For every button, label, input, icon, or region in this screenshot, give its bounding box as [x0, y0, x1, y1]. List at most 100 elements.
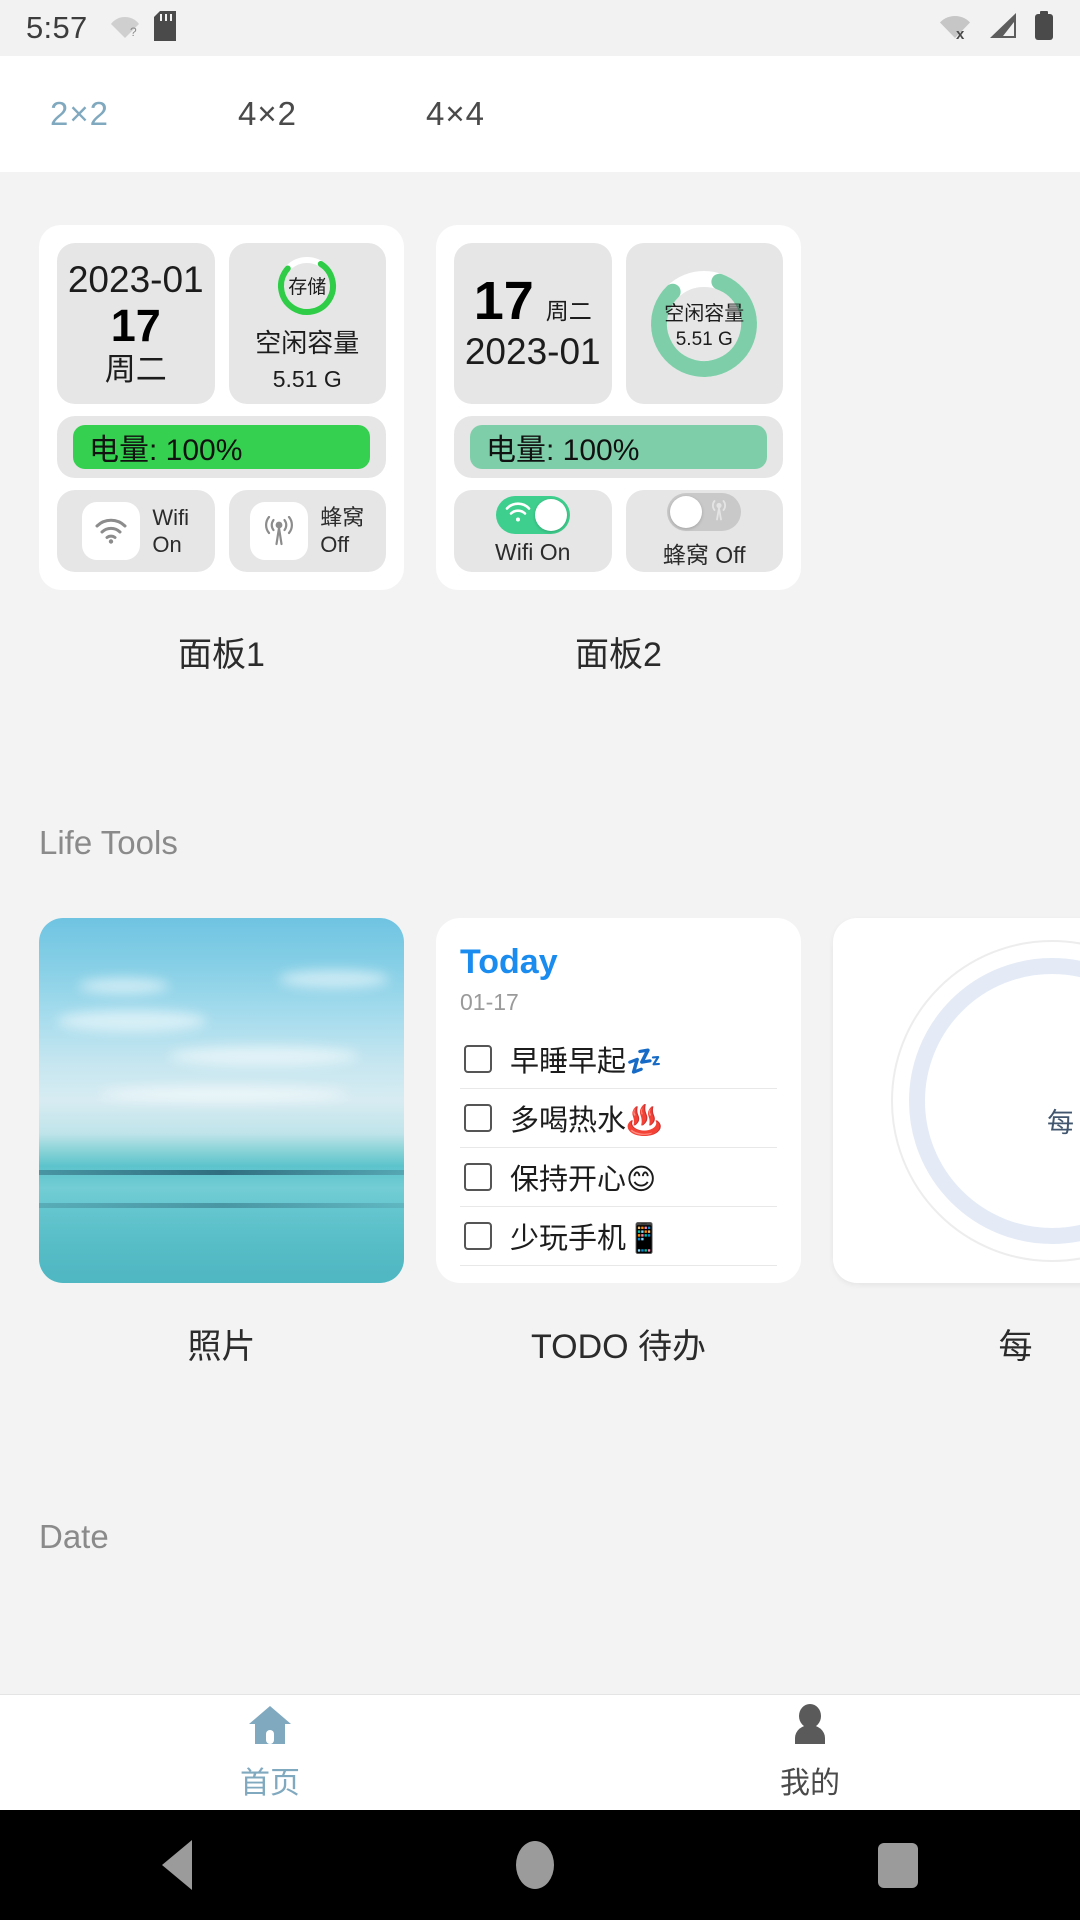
ring-widget-preview[interactable]: 每	[833, 918, 1080, 1283]
person-icon	[787, 1703, 833, 1751]
photo-widget-caption: 照片	[187, 1328, 256, 1366]
panel2-wifi-switch-tile[interactable]: Wifi On	[454, 490, 612, 572]
panel2-caption: 面板2	[575, 636, 662, 674]
photo-widget-preview[interactable]	[39, 918, 404, 1283]
section-title-life-tools: Life Tools	[39, 824, 178, 861]
photo-image	[39, 918, 404, 1283]
todo-item-text: 早睡早起💤	[510, 1046, 663, 1079]
panel2-wifi-label: Wifi On	[495, 539, 571, 565]
nav-item-home-label: 首页	[240, 1766, 300, 1800]
cell-tower-icon	[706, 497, 732, 526]
life-tools-row: 照片 Today 01-17 早睡早起💤 多喝热水♨️ 保持开心😊 少玩手机📱 …	[0, 862, 1080, 1368]
list-item[interactable]: 保持开心😊	[460, 1148, 777, 1208]
status-bar: 5:57 ? x	[0, 0, 1080, 56]
panel1-caption: 面板1	[178, 636, 265, 674]
back-button[interactable]	[162, 1840, 192, 1890]
panel2-battery-tile: 电量: 100%	[454, 416, 783, 478]
panel2-storage-ring: 空闲容量 5.51 G	[645, 265, 763, 383]
list-item[interactable]: 多喝热水♨️	[460, 1089, 777, 1149]
panel-widgets-row: 2023-01 17 周二 存储 空闲容量 5.51 G 电量: 100% Wi…	[0, 172, 1080, 676]
tab-2x2[interactable]: 2×2	[50, 95, 238, 133]
status-left-icons: ?	[110, 10, 176, 46]
panel2-wifi-switch-knob	[534, 499, 567, 531]
nav-item-home[interactable]: 首页	[0, 1704, 540, 1802]
wifi-icon	[505, 502, 531, 529]
panel1-wifi-name: Wifi	[152, 504, 190, 530]
todo-item-text: 少玩手机📱	[510, 1223, 663, 1256]
panel2-widget-preview[interactable]: 17 周二 2023-01 空闲容量 5.51 G 电量: 100% Wifi …	[436, 225, 801, 590]
panel2-cellular-label: 蜂窝 Off	[662, 541, 746, 568]
tab-4x4[interactable]: 4×4	[426, 95, 614, 133]
status-time: 5:57	[26, 10, 88, 45]
home-icon	[247, 1704, 293, 1751]
widget-gallery-scroll[interactable]: 2023-01 17 周二 存储 空闲容量 5.51 G 电量: 100% Wi…	[0, 172, 1080, 1694]
panel1-storage-ring: 存储	[276, 255, 338, 317]
panel2-cellular-switch-knob	[670, 495, 703, 528]
todo-item-text: 多喝热水♨️	[510, 1105, 663, 1138]
todo-item-text: 保持开心😊	[510, 1164, 657, 1197]
recents-button[interactable]	[878, 1842, 918, 1888]
panel1-battery-text: 电量: 100%	[89, 434, 243, 467]
checkbox-icon[interactable]	[464, 1163, 492, 1192]
panel2-column: 17 周二 2023-01 空闲容量 5.51 G 电量: 100% Wifi …	[436, 225, 801, 676]
nav-item-profile-label: 我的	[780, 1766, 840, 1800]
ring-widget-column: 每 每	[833, 918, 1080, 1368]
panel2-storage-value: 5.51 G	[675, 328, 733, 350]
checkbox-icon[interactable]	[464, 1045, 492, 1074]
todo-body: Today 01-17 早睡早起💤 多喝热水♨️ 保持开心😊 少玩手机📱	[436, 918, 801, 1283]
panel1-storage-tile: 存储 空闲容量 5.51 G	[228, 243, 386, 404]
panel1-weekday: 周二	[104, 351, 167, 387]
panel1-battery-fill: 电量: 100%	[73, 425, 370, 469]
panel2-day: 17	[473, 271, 534, 332]
panel1-cellular-name: 蜂窝	[320, 504, 365, 530]
panel1-wifi-state: On	[152, 532, 182, 557]
status-right-icons: x	[938, 10, 1054, 46]
panel2-weekday: 周二	[545, 298, 592, 325]
wifi-question-icon: ?	[110, 13, 140, 44]
svg-text:x: x	[956, 26, 965, 40]
svg-text:?: ?	[130, 25, 137, 39]
panel2-battery-text: 电量: 100%	[486, 434, 640, 467]
android-system-nav	[0, 1810, 1080, 1920]
sd-card-icon	[153, 10, 176, 46]
panel1-cellular-state: Off	[320, 532, 350, 557]
panel1-year-month: 2023-01	[67, 258, 204, 300]
checkbox-icon[interactable]	[464, 1222, 492, 1251]
panel1-cellular-toggle[interactable]: 蜂窝 Off	[228, 490, 386, 572]
size-tabs: 2×2 4×2 4×4	[0, 56, 1080, 172]
list-item[interactable]: 早睡早起💤	[460, 1030, 777, 1090]
panel2-date-tile: 17 周二 2023-01	[454, 243, 612, 404]
todo-widget-caption: TODO 待办	[530, 1328, 707, 1366]
app-screen: 5:57 ? x 2×2 4×2 4×4 2023-01 17 周二 存储 空闲…	[0, 0, 1080, 1920]
panel1-day: 17	[110, 299, 161, 351]
panel1-storage-value: 5.51 G	[272, 365, 342, 392]
panel2-cellular-switch-tile[interactable]: 蜂窝 Off	[625, 490, 783, 572]
panel2-storage-tile: 空闲容量 5.51 G	[625, 243, 783, 404]
todo-title: Today	[460, 943, 558, 981]
todo-date: 01-17	[460, 989, 519, 1016]
ring-widget-caption: 每	[998, 1328, 1033, 1366]
section-title-date: Date	[39, 1518, 109, 1555]
panel1-storage-title: 空闲容量	[255, 327, 360, 358]
photo-widget-column: 照片	[39, 918, 404, 1368]
wifi-no-connection-icon: x	[938, 12, 972, 45]
panel1-date-tile: 2023-01 17 周二	[57, 243, 215, 404]
panel1-widget-preview[interactable]: 2023-01 17 周二 存储 空闲容量 5.51 G 电量: 100% Wi…	[39, 225, 404, 590]
panel1-column: 2023-01 17 周二 存储 空闲容量 5.51 G 电量: 100% Wi…	[39, 225, 404, 676]
nav-item-profile[interactable]: 我的	[540, 1703, 1080, 1802]
panel2-storage-title: 空闲容量	[664, 302, 745, 325]
panel1-wifi-toggle[interactable]: Wifi On	[57, 490, 215, 572]
cell-tower-icon	[250, 502, 309, 560]
home-button[interactable]	[516, 1841, 554, 1889]
panel1-cellular-label: 蜂窝 Off	[320, 504, 364, 559]
panel2-cellular-switch[interactable]	[667, 492, 742, 531]
panel2-wifi-switch[interactable]	[495, 496, 570, 534]
wifi-icon	[82, 502, 141, 560]
panel1-storage-ring-label: 存储	[288, 277, 327, 298]
todo-widget-column: Today 01-17 早睡早起💤 多喝热水♨️ 保持开心😊 少玩手机📱 TOD…	[436, 918, 801, 1368]
todo-list: 早睡早起💤 多喝热水♨️ 保持开心😊 少玩手机📱	[460, 1030, 777, 1267]
checkbox-icon[interactable]	[464, 1104, 492, 1133]
tab-4x2[interactable]: 4×2	[238, 95, 426, 133]
todo-widget-preview[interactable]: Today 01-17 早睡早起💤 多喝热水♨️ 保持开心😊 少玩手机📱	[436, 918, 801, 1283]
list-item[interactable]: 少玩手机📱	[460, 1207, 777, 1267]
